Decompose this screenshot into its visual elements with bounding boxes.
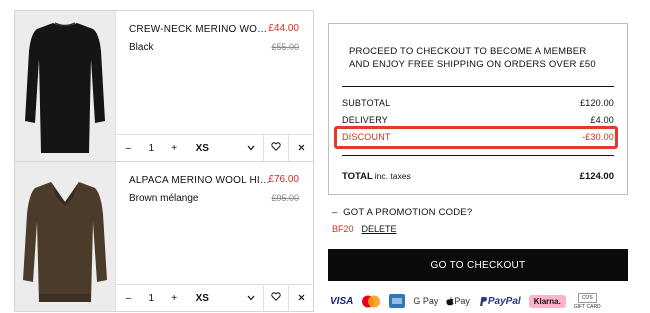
applied-code: BF20 DELETE [332, 224, 397, 234]
promo-code: BF20 [332, 224, 354, 234]
chevron-down-icon [247, 293, 255, 304]
collapse-icon: – [332, 207, 338, 218]
promotion-question: GOT A PROMOTION CODE? [343, 207, 473, 218]
product-price: £76.00 [268, 174, 299, 185]
apple-pay-label: Pay [454, 296, 470, 306]
total-label: TOTAL [342, 171, 373, 182]
product-color: Brown mélange [129, 193, 199, 204]
item-details: ALPACA MERINO WOOL HIGH-N... £76.00 Brow… [115, 162, 313, 311]
size-value: XS [195, 142, 209, 154]
delivery-label: DELIVERY [342, 115, 388, 125]
product-color: Black [129, 42, 154, 53]
wishlist-button[interactable] [263, 135, 288, 161]
product-image[interactable] [15, 11, 115, 161]
payment-methods: VISA G Pay Pay PayPal Klarna. COS GIFT C… [330, 292, 601, 310]
original-price: £55.00 [271, 42, 299, 52]
cart-item: ALPACA MERINO WOOL HIGH-N... £76.00 Brow… [14, 162, 314, 312]
order-summary: PROCEED TO CHECKOUT TO BECOME A MEMBER A… [328, 23, 628, 195]
total-row: TOTAL inc. taxes £124.00 [342, 171, 614, 182]
gift-card-label: GIFT CARD [573, 303, 601, 310]
wishlist-button[interactable] [263, 285, 288, 311]
subtotal-value: £120.00 [580, 98, 614, 108]
original-price: £95.00 [271, 193, 299, 203]
quantity-value: 1 [148, 292, 155, 304]
membership-message: PROCEED TO CHECKOUT TO BECOME A MEMBER A… [349, 46, 596, 70]
remove-item-button[interactable] [288, 285, 313, 311]
total-note: inc. taxes [374, 171, 411, 181]
chevron-down-icon [247, 143, 255, 154]
total-value: £124.00 [579, 171, 614, 182]
cart-item: CREW-NECK MERINO WOOL TOP £44.00 Black £… [14, 10, 314, 162]
divider [342, 86, 614, 87]
product-name[interactable]: ALPACA MERINO WOOL HIGH-N... [129, 175, 274, 186]
divider [342, 155, 614, 156]
close-icon [298, 292, 305, 304]
size-value: XS [195, 292, 209, 304]
apple-pay-logo: Pay [446, 296, 470, 306]
decrease-quantity-button[interactable]: – [116, 285, 141, 311]
subtotal-label: SUBTOTAL [342, 98, 391, 108]
heart-icon [271, 142, 281, 154]
product-name[interactable]: CREW-NECK MERINO WOOL TOP [129, 24, 274, 35]
amex-logo [389, 294, 406, 308]
item-details: CREW-NECK MERINO WOOL TOP £44.00 Black £… [115, 11, 313, 161]
close-icon [298, 142, 305, 154]
quantity-value: 1 [148, 142, 155, 154]
item-controls: – 1 + XS [116, 284, 313, 311]
size-select[interactable]: XS [186, 135, 264, 161]
item-controls: – 1 + XS [116, 134, 313, 161]
heart-icon [271, 292, 281, 304]
increase-quantity-button[interactable]: + [162, 285, 187, 311]
delete-code-link[interactable]: DELETE [362, 224, 397, 234]
delivery-row: DELIVERY £4.00 [342, 115, 614, 125]
product-price: £44.00 [268, 23, 299, 34]
increase-quantity-button[interactable]: + [162, 135, 187, 161]
visa-logo: VISA [330, 295, 354, 307]
klarna-logo: Klarna. [528, 294, 566, 308]
mastercard-logo [361, 295, 381, 308]
discount-highlight [334, 126, 618, 149]
google-pay-logo: G Pay [413, 296, 439, 306]
promotion-toggle[interactable]: – GOT A PROMOTION CODE? [332, 207, 472, 218]
delivery-value: £4.00 [590, 115, 614, 125]
decrease-quantity-button[interactable]: – [116, 135, 141, 161]
product-image[interactable] [15, 162, 115, 311]
paypal-label: PayPal [487, 295, 521, 307]
gift-card-logo: COS GIFT CARD [573, 292, 601, 310]
checkout-button[interactable]: GO TO CHECKOUT [328, 249, 628, 281]
subtotal-row: SUBTOTAL £120.00 [342, 98, 614, 108]
paypal-logo: PayPal [478, 296, 521, 307]
remove-item-button[interactable] [288, 135, 313, 161]
cos-logo: COS [577, 292, 597, 303]
size-select[interactable]: XS [186, 285, 264, 311]
